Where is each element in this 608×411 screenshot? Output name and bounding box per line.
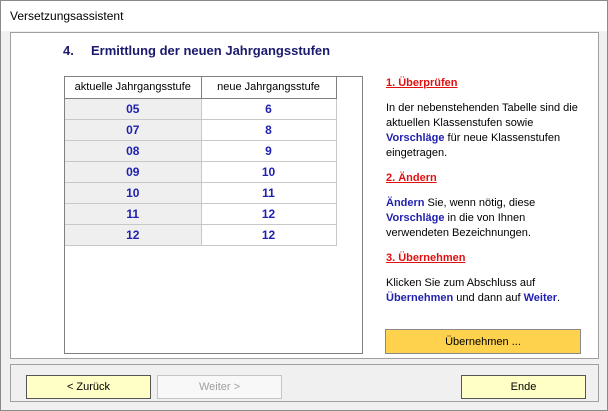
next-button[interactable]: Weiter > — [157, 375, 282, 399]
step-heading: 4. Ermittlung der neuen Jahrgangsstufen — [63, 43, 330, 58]
back-button[interactable]: < Zurück — [26, 375, 151, 399]
column-header-new[interactable]: neue Jahrgangsstufe — [201, 77, 337, 99]
new-grade-cell[interactable]: 12 — [201, 203, 337, 225]
keyword: Übernehmen — [386, 292, 454, 304]
table-row: 07 8 — [65, 119, 337, 141]
table-row: 12 12 — [65, 224, 337, 246]
current-grade-cell: 11 — [65, 203, 202, 225]
current-grade-cell: 05 — [65, 98, 202, 120]
current-grade-cell: 07 — [65, 119, 202, 141]
table-row: 08 9 — [65, 140, 337, 162]
current-grade-cell: 09 — [65, 161, 202, 183]
grade-table: aktuelle Jahrgangsstufe neue Jahrgangsst… — [65, 77, 337, 246]
table-row: 05 6 — [65, 98, 337, 120]
keyword: Weiter — [523, 292, 558, 304]
help-panel: 1. Überprüfen In der nebenstehenden Tabe… — [386, 76, 586, 316]
column-header-current[interactable]: aktuelle Jahrgangsstufe — [65, 77, 202, 99]
help-text-change: Ändern Sie, wenn nötig, diese Vorschläge… — [386, 196, 586, 241]
keyword: Vorschläge — [386, 212, 445, 224]
help-text: In der nebenstehenden Tabelle sind die a… — [386, 102, 578, 129]
navigation-bar: < Zurück Weiter > Ende — [10, 364, 599, 402]
keyword: Vorschläge — [386, 132, 445, 144]
table-header-row: aktuelle Jahrgangsstufe neue Jahrgangsst… — [65, 77, 337, 99]
content-panel: 4. Ermittlung der neuen Jahrgangsstufen a… — [10, 32, 599, 359]
step-number: 4. — [63, 43, 74, 58]
grade-table-container[interactable]: aktuelle Jahrgangsstufe neue Jahrgangsst… — [64, 76, 363, 354]
window-title: Versetzungsassistent — [1, 1, 607, 31]
new-grade-cell[interactable]: 6 — [201, 98, 337, 120]
help-text-apply: Klicken Sie zum Abschluss auf Übernehmen… — [386, 276, 586, 306]
help-heading-check: 1. Überprüfen — [386, 77, 458, 89]
table-row: 10 11 — [65, 182, 337, 204]
keyword: Ändern — [386, 197, 425, 209]
new-grade-cell[interactable]: 8 — [201, 119, 337, 141]
help-text: und dann auf — [453, 292, 524, 304]
help-heading-change: 2. Ändern — [386, 172, 437, 184]
step-title: Ermittlung der neuen Jahrgangsstufen — [91, 43, 331, 58]
help-heading-apply: 3. Übernehmen — [386, 252, 466, 264]
finish-button[interactable]: Ende — [461, 375, 586, 399]
new-grade-cell[interactable]: 10 — [201, 161, 337, 183]
help-text: Sie, wenn nötig, diese — [424, 197, 536, 209]
new-grade-cell[interactable]: 12 — [201, 224, 337, 246]
table-row: 09 10 — [65, 161, 337, 183]
apply-button[interactable]: Übernehmen ... — [385, 329, 581, 354]
table-row: 11 12 — [65, 203, 337, 225]
help-text: Klicken Sie zum Abschluss auf — [386, 277, 536, 289]
new-grade-cell[interactable]: 9 — [201, 140, 337, 162]
current-grade-cell: 08 — [65, 140, 202, 162]
help-text-check: In der nebenstehenden Tabelle sind die a… — [386, 101, 586, 161]
assistant-window: Versetzungsassistent 4. Ermittlung der ne… — [0, 0, 608, 411]
help-text: . — [557, 292, 561, 304]
current-grade-cell: 12 — [65, 224, 202, 246]
new-grade-cell[interactable]: 11 — [201, 182, 337, 204]
current-grade-cell: 10 — [65, 182, 202, 204]
